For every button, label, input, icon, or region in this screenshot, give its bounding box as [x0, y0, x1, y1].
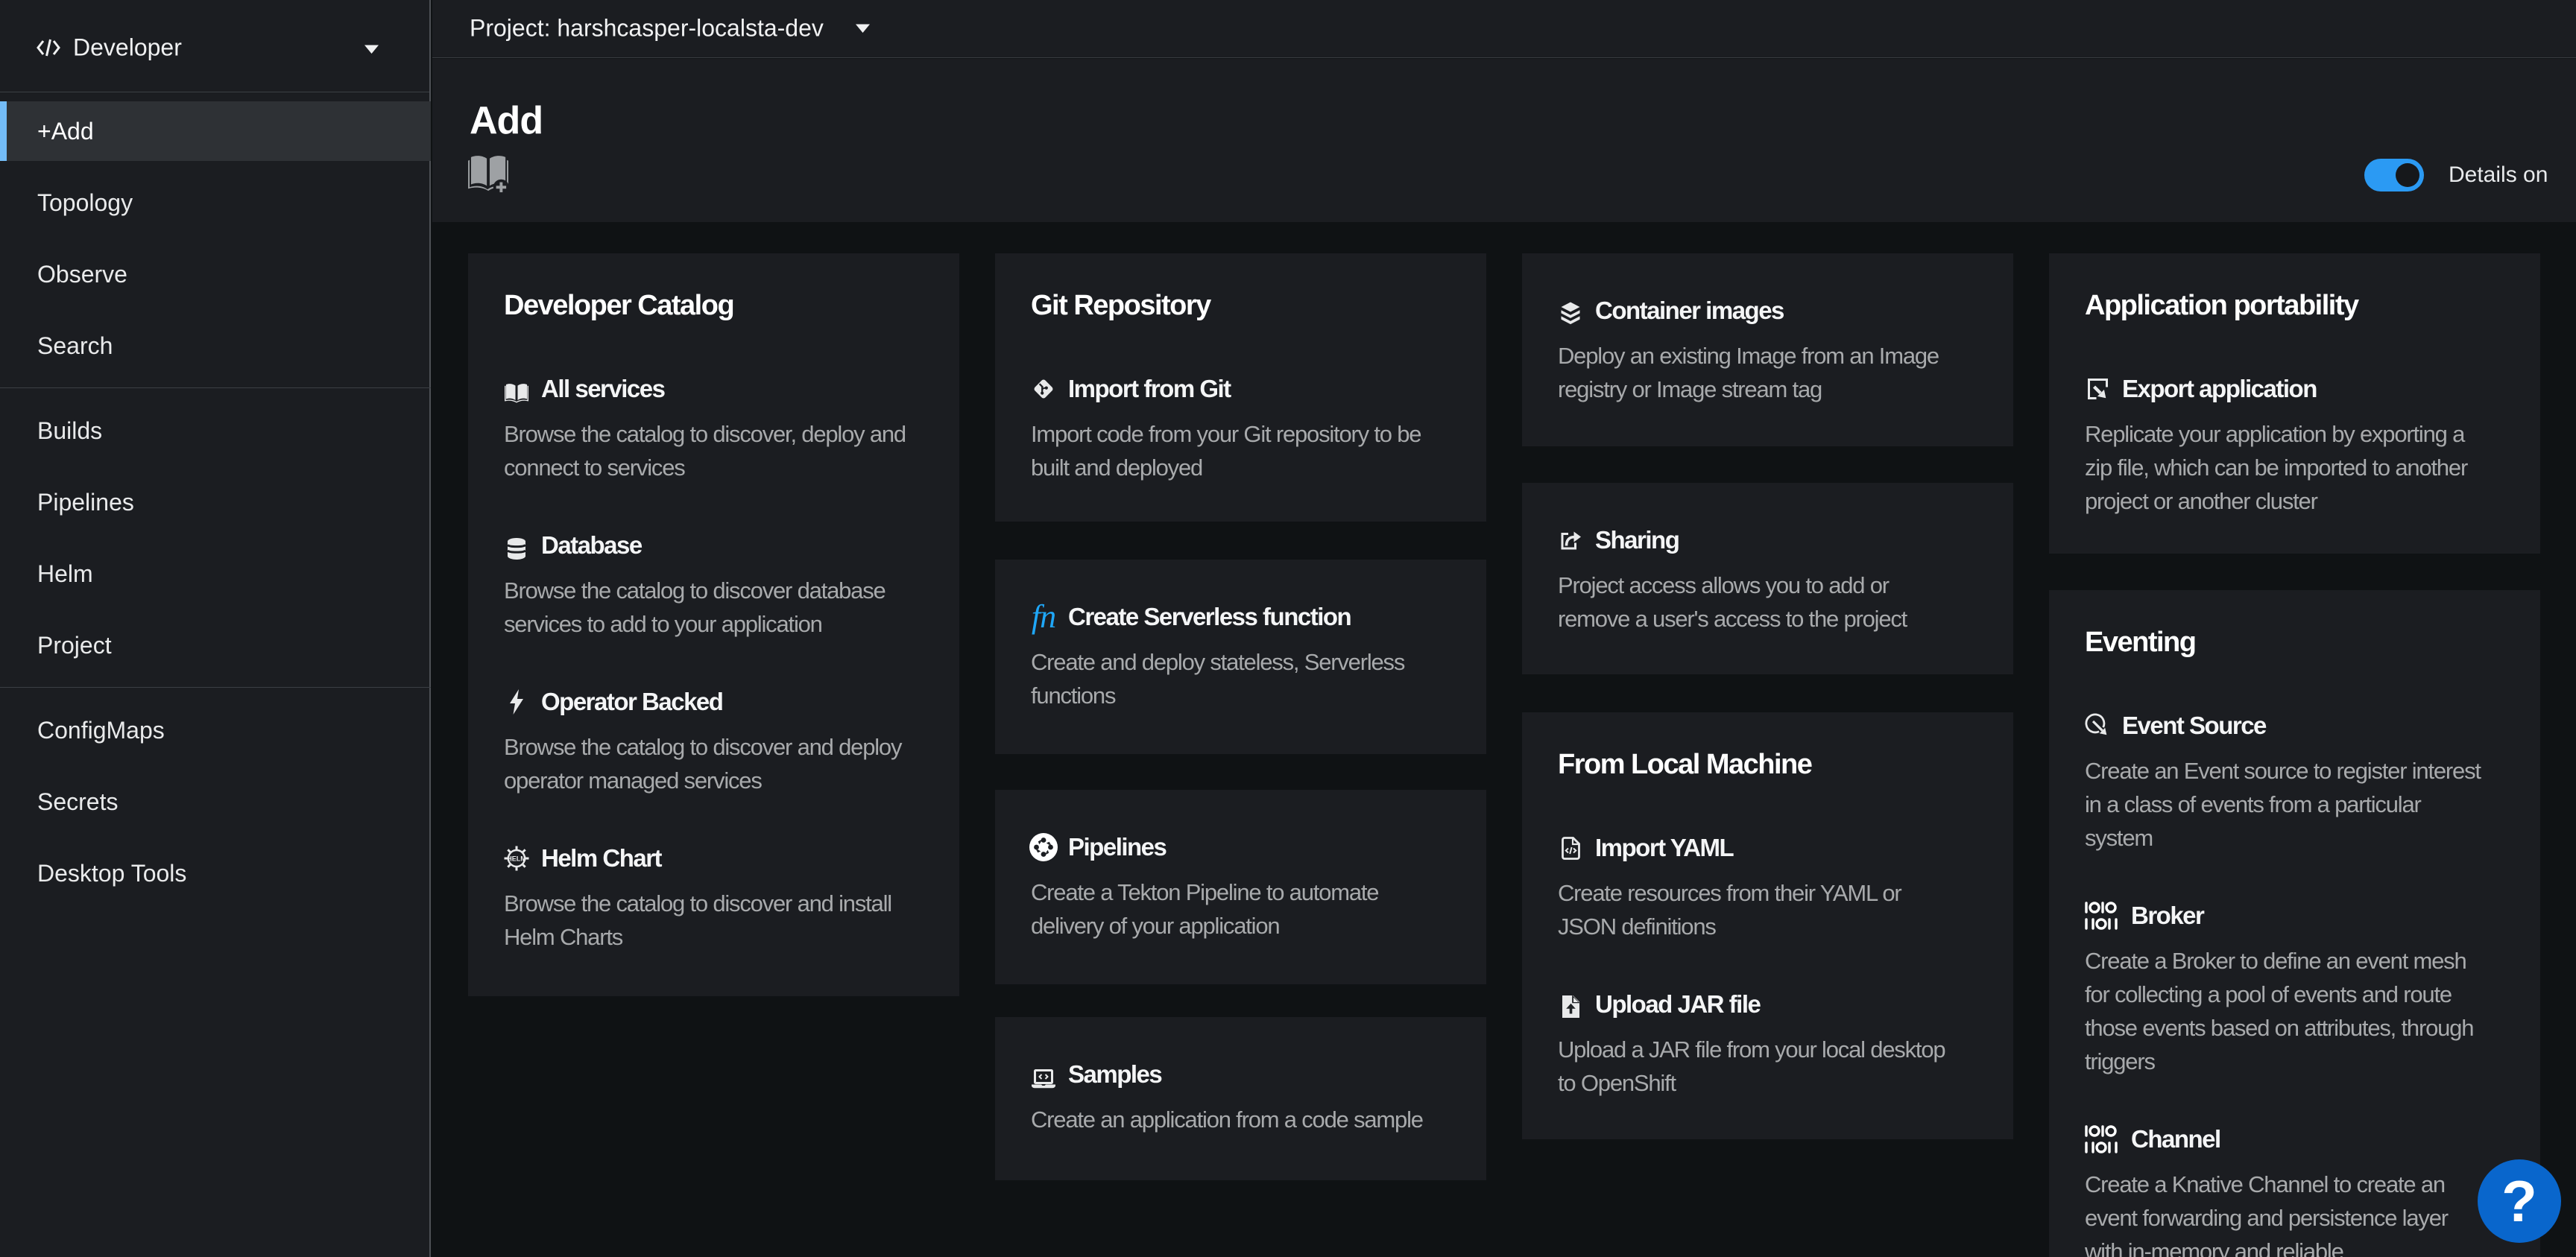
svg-text:HELM: HELM: [507, 855, 526, 863]
